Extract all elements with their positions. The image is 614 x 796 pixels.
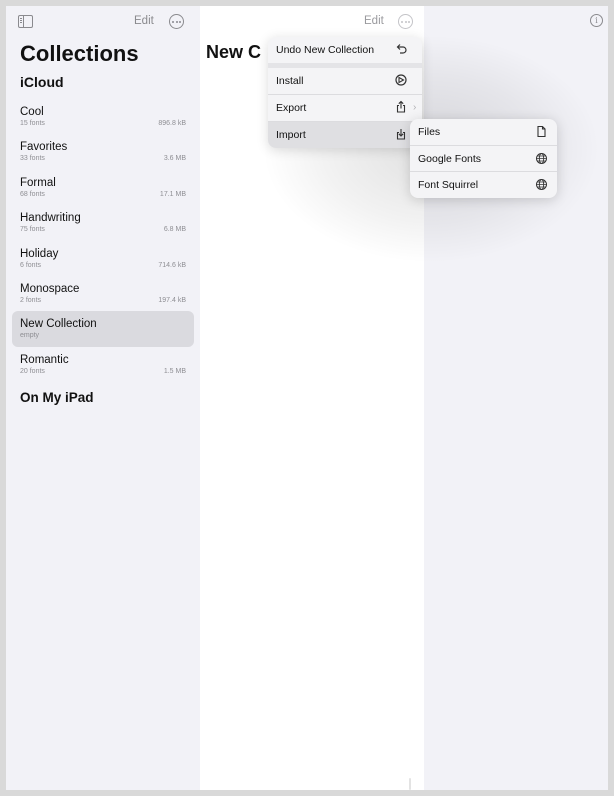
collection-item-new-collection[interactable]: New Collection empty — [12, 311, 194, 347]
collection-name: Holiday — [20, 247, 59, 260]
menu-item-label: Undo New Collection — [276, 44, 375, 56]
menu-item-label: Install — [276, 75, 304, 87]
collection-count: 68 fonts — [20, 190, 45, 198]
info-icon[interactable]: i — [590, 14, 603, 27]
sidebar-toolbar: Edit — [6, 6, 200, 38]
collection-name: Handwriting — [20, 212, 81, 225]
collection-count: 75 fonts — [20, 226, 45, 234]
undo-arrow-icon — [394, 42, 408, 56]
submenu-item-files[interactable]: Files — [410, 119, 557, 146]
chevron-right-icon: › — [413, 102, 417, 113]
globe-icon — [535, 178, 548, 191]
install-badge-icon — [394, 73, 408, 87]
share-icon — [394, 100, 408, 114]
menu-item-undo[interactable]: Undo New Collection — [268, 37, 422, 68]
menu-item-import[interactable]: Import — [268, 122, 422, 148]
collection-item-monospace[interactable]: Monospace 2 fonts 197.4 kB — [12, 276, 194, 311]
menu-item-label: Import — [276, 129, 306, 141]
collection-count: 2 fonts — [20, 296, 42, 304]
tray-download-icon — [394, 127, 408, 141]
collection-count: 20 fonts — [20, 367, 45, 375]
on-my-ipad-section-header[interactable]: On My iPad — [20, 390, 94, 405]
collection-size: 3.6 MB — [163, 155, 186, 163]
document-icon — [535, 125, 548, 138]
collection-count: 33 fonts — [20, 155, 45, 163]
import-submenu: Files Google Fonts Font Squirrel — [410, 119, 557, 198]
detail-edit-button[interactable]: Edit — [364, 15, 384, 27]
sidebar-toggle-icon[interactable] — [18, 15, 33, 28]
page-title: Collections — [20, 41, 139, 66]
collection-name: Monospace — [20, 282, 80, 295]
collection-item-romantic[interactable]: Romantic 20 fonts 1.5 MB — [12, 347, 194, 382]
collection-count: 6 fonts — [20, 261, 42, 269]
collection-name: New Collection — [20, 318, 97, 331]
globe-icon — [535, 152, 548, 165]
collection-item-handwriting[interactable]: Handwriting 75 fonts 6.8 MB — [12, 205, 194, 240]
submenu-item-google-fonts[interactable]: Google Fonts — [410, 146, 557, 172]
submenu-item-label: Files — [418, 126, 441, 138]
collection-size: 714.6 kB — [158, 261, 186, 269]
menu-item-export[interactable]: Export › — [268, 95, 422, 122]
collection-size: 197.4 kB — [158, 296, 186, 304]
collection-count: 15 fonts — [20, 120, 45, 127]
collection-name: Formal — [20, 176, 56, 189]
collection-size: 896.8 kB — [158, 120, 186, 127]
collection-name: Romantic — [20, 353, 69, 366]
collection-title: New C — [206, 42, 262, 62]
collection-size: 1.5 MB — [163, 367, 186, 375]
collection-item-cool[interactable]: Cool 15 fonts 896.8 kB — [12, 99, 194, 134]
collection-name: Cool — [20, 106, 44, 118]
submenu-item-label: Font Squirrel — [418, 179, 479, 191]
collection-item-favorites[interactable]: Favorites 33 fonts 3.6 MB — [12, 134, 194, 169]
context-menu: Undo New Collection Install Export › Imp… — [268, 37, 422, 148]
collection-list: Cool 15 fonts 896.8 kB Favorites 33 font… — [6, 99, 200, 382]
submenu-item-label: Google Fonts — [418, 152, 482, 165]
scroll-indicator[interactable] — [409, 778, 411, 790]
submenu-item-font-squirrel[interactable]: Font Squirrel — [410, 172, 557, 198]
more-options-icon[interactable] — [169, 14, 184, 29]
collection-count: empty — [20, 332, 40, 340]
collection-item-holiday[interactable]: Holiday 6 fonts 714.6 kB — [12, 241, 194, 276]
app-window: Edit Collections iCloud Cool 15 fonts 89… — [6, 6, 608, 790]
detail-more-icon[interactable] — [398, 14, 413, 29]
collection-name: Favorites — [20, 141, 68, 154]
collection-size: 17.1 MB — [159, 190, 186, 198]
menu-item-install[interactable]: Install — [268, 68, 422, 95]
icloud-section-header: iCloud — [20, 74, 64, 90]
collection-item-formal[interactable]: Formal 68 fonts 17.1 MB — [12, 170, 194, 205]
sidebar: Edit Collections iCloud Cool 15 fonts 89… — [6, 6, 200, 790]
sidebar-edit-button[interactable]: Edit — [134, 15, 154, 27]
collection-size: 6.8 MB — [163, 226, 186, 234]
menu-item-label: Export — [276, 102, 307, 114]
